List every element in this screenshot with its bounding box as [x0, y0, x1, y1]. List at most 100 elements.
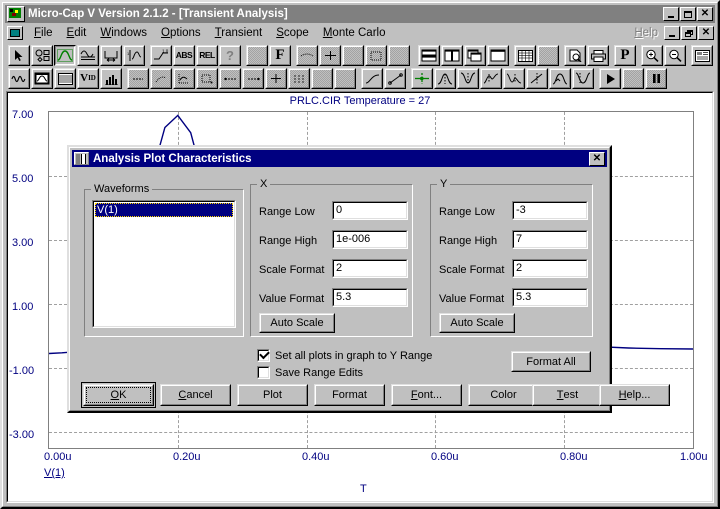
linear-fit-tool[interactable]: [361, 68, 383, 89]
plot-button[interactable]: Plot: [237, 384, 308, 406]
menu-options[interactable]: Options: [154, 26, 208, 40]
y-auto-scale-button[interactable]: Auto Scale: [439, 313, 515, 333]
select-arrow-tool[interactable]: [8, 45, 30, 66]
valley-curve-tool[interactable]: [457, 68, 479, 89]
close-button[interactable]: ✕: [697, 7, 713, 21]
waveforms-listbox[interactable]: V(1): [92, 200, 236, 328]
x-range-high-input[interactable]: 1e-006: [332, 230, 408, 249]
cascade-button[interactable]: [464, 45, 486, 66]
maximize-button[interactable]: [680, 7, 696, 21]
waveform-plot-tool[interactable]: [54, 45, 76, 66]
plot-x-axis-label: T: [360, 483, 367, 495]
y-value-format-input[interactable]: 5.3: [512, 288, 588, 307]
menu-windows[interactable]: Windows: [93, 26, 154, 40]
zoom-in-button[interactable]: [641, 45, 663, 66]
dither-tool-14[interactable]: [265, 68, 287, 89]
numeric-output-tool[interactable]: [54, 68, 76, 89]
dither-tool-16[interactable]: [311, 68, 333, 89]
measure-tool[interactable]: [100, 45, 122, 66]
dither-tool-7[interactable]: [537, 45, 559, 66]
dither-tool-12[interactable]: [219, 68, 241, 89]
low-curve-tool[interactable]: [503, 68, 525, 89]
zoom-out-button[interactable]: [664, 45, 686, 66]
set-all-plots-checkbox[interactable]: Set all plots in graph to Y Range: [257, 348, 432, 362]
peak-curve-tool[interactable]: [434, 68, 456, 89]
format-all-button[interactable]: Format All: [511, 351, 591, 372]
plot-title: PRLC.CIR Temperature = 27: [289, 95, 431, 107]
minimize-button[interactable]: [663, 7, 679, 21]
properties-button[interactable]: [691, 45, 713, 66]
cancel-button[interactable]: Cancel: [160, 384, 231, 406]
tile-horizontal-button[interactable]: [418, 45, 440, 66]
high-curve-tool[interactable]: [480, 68, 502, 89]
component-shapes-tool[interactable]: [31, 45, 53, 66]
dither-tool-6[interactable]: [388, 45, 410, 66]
save-range-edits-checkbox[interactable]: Save Range Edits: [257, 366, 363, 379]
dither-tool-1[interactable]: [246, 45, 268, 66]
pause-button[interactable]: [645, 68, 667, 89]
document-control-icon[interactable]: [7, 26, 23, 40]
abs-button[interactable]: ABS: [173, 45, 195, 66]
y-scale-format-input[interactable]: 2: [512, 259, 588, 278]
histogram-tool[interactable]: [100, 68, 122, 89]
ok-button[interactable]: OK: [81, 382, 156, 408]
global-low-tool[interactable]: [572, 68, 594, 89]
x-range-low-input[interactable]: 0: [332, 201, 408, 220]
peak-tool[interactable]: 1: [123, 45, 145, 66]
font-button[interactable]: Font...: [391, 384, 462, 406]
dither-tool-9[interactable]: [150, 68, 172, 89]
maximize-window-button[interactable]: [487, 45, 509, 66]
y-range-high-input[interactable]: 7: [512, 230, 588, 249]
scale-tool[interactable]: [77, 45, 99, 66]
menu-transient[interactable]: Transient: [208, 26, 270, 40]
menu-file[interactable]: File: [27, 26, 60, 40]
checkbox-box: [257, 366, 270, 379]
global-high-tool[interactable]: [549, 68, 571, 89]
menu-scope[interactable]: Scope: [269, 26, 316, 40]
grid-button[interactable]: [514, 45, 536, 66]
menu-edit[interactable]: Edit: [60, 26, 94, 40]
dither-tool-11[interactable]: [196, 68, 218, 89]
inflection-tool[interactable]: [526, 68, 548, 89]
scatter-fit-tool[interactable]: [384, 68, 406, 89]
dither-tool-3[interactable]: [319, 45, 341, 66]
dither-tool-2[interactable]: [296, 45, 318, 66]
mdi-restore-button[interactable]: [681, 26, 697, 40]
run-button[interactable]: [599, 68, 621, 89]
x-auto-scale-button[interactable]: Auto Scale: [259, 313, 335, 333]
x-value-format-input[interactable]: 5.3: [332, 288, 408, 307]
plot-y-axis-label[interactable]: V(1): [44, 467, 65, 479]
menu-help[interactable]: Help: [628, 26, 664, 40]
vid-tool[interactable]: V ID: [77, 68, 99, 89]
dither-tool-17[interactable]: [334, 68, 356, 89]
dialog-close-icon[interactable]: ✕: [589, 151, 605, 166]
dither-tool-13[interactable]: [242, 68, 264, 89]
dither-tool-10[interactable]: [173, 68, 195, 89]
test-button[interactable]: Test: [532, 384, 603, 406]
dither-tool-15[interactable]: [288, 68, 310, 89]
print-button[interactable]: [587, 45, 609, 66]
formula-f-tool[interactable]: F: [269, 45, 291, 66]
step-tool[interactable]: 1.0: [150, 45, 172, 66]
dither-tool-5[interactable]: [365, 45, 387, 66]
cursor-cross-tool[interactable]: [411, 68, 433, 89]
color-button[interactable]: Color: [468, 384, 539, 406]
menu-monte-carlo[interactable]: Monte Carlo: [316, 26, 393, 40]
help-question-tool[interactable]: ?: [219, 45, 241, 66]
analysis-window-tool[interactable]: [31, 68, 53, 89]
list-item[interactable]: V(1): [95, 203, 233, 217]
dither-tool-4[interactable]: [342, 45, 364, 66]
tile-vertical-button[interactable]: [441, 45, 463, 66]
help-button[interactable]: Help...: [599, 384, 670, 406]
dither-tool-18[interactable]: [622, 68, 644, 89]
y-range-low-input[interactable]: -3: [512, 201, 588, 220]
dither-tool-8[interactable]: [127, 68, 149, 89]
format-button[interactable]: Format: [314, 384, 385, 406]
waveform-sine-tool[interactable]: [8, 68, 30, 89]
page-p-button[interactable]: P: [614, 45, 636, 66]
x-scale-format-input[interactable]: 2: [332, 259, 408, 278]
print-preview-button[interactable]: [564, 45, 586, 66]
mdi-close-button[interactable]: ✕: [698, 26, 714, 40]
rel-button[interactable]: REL: [196, 45, 218, 66]
mdi-minimize-button[interactable]: [664, 26, 680, 40]
